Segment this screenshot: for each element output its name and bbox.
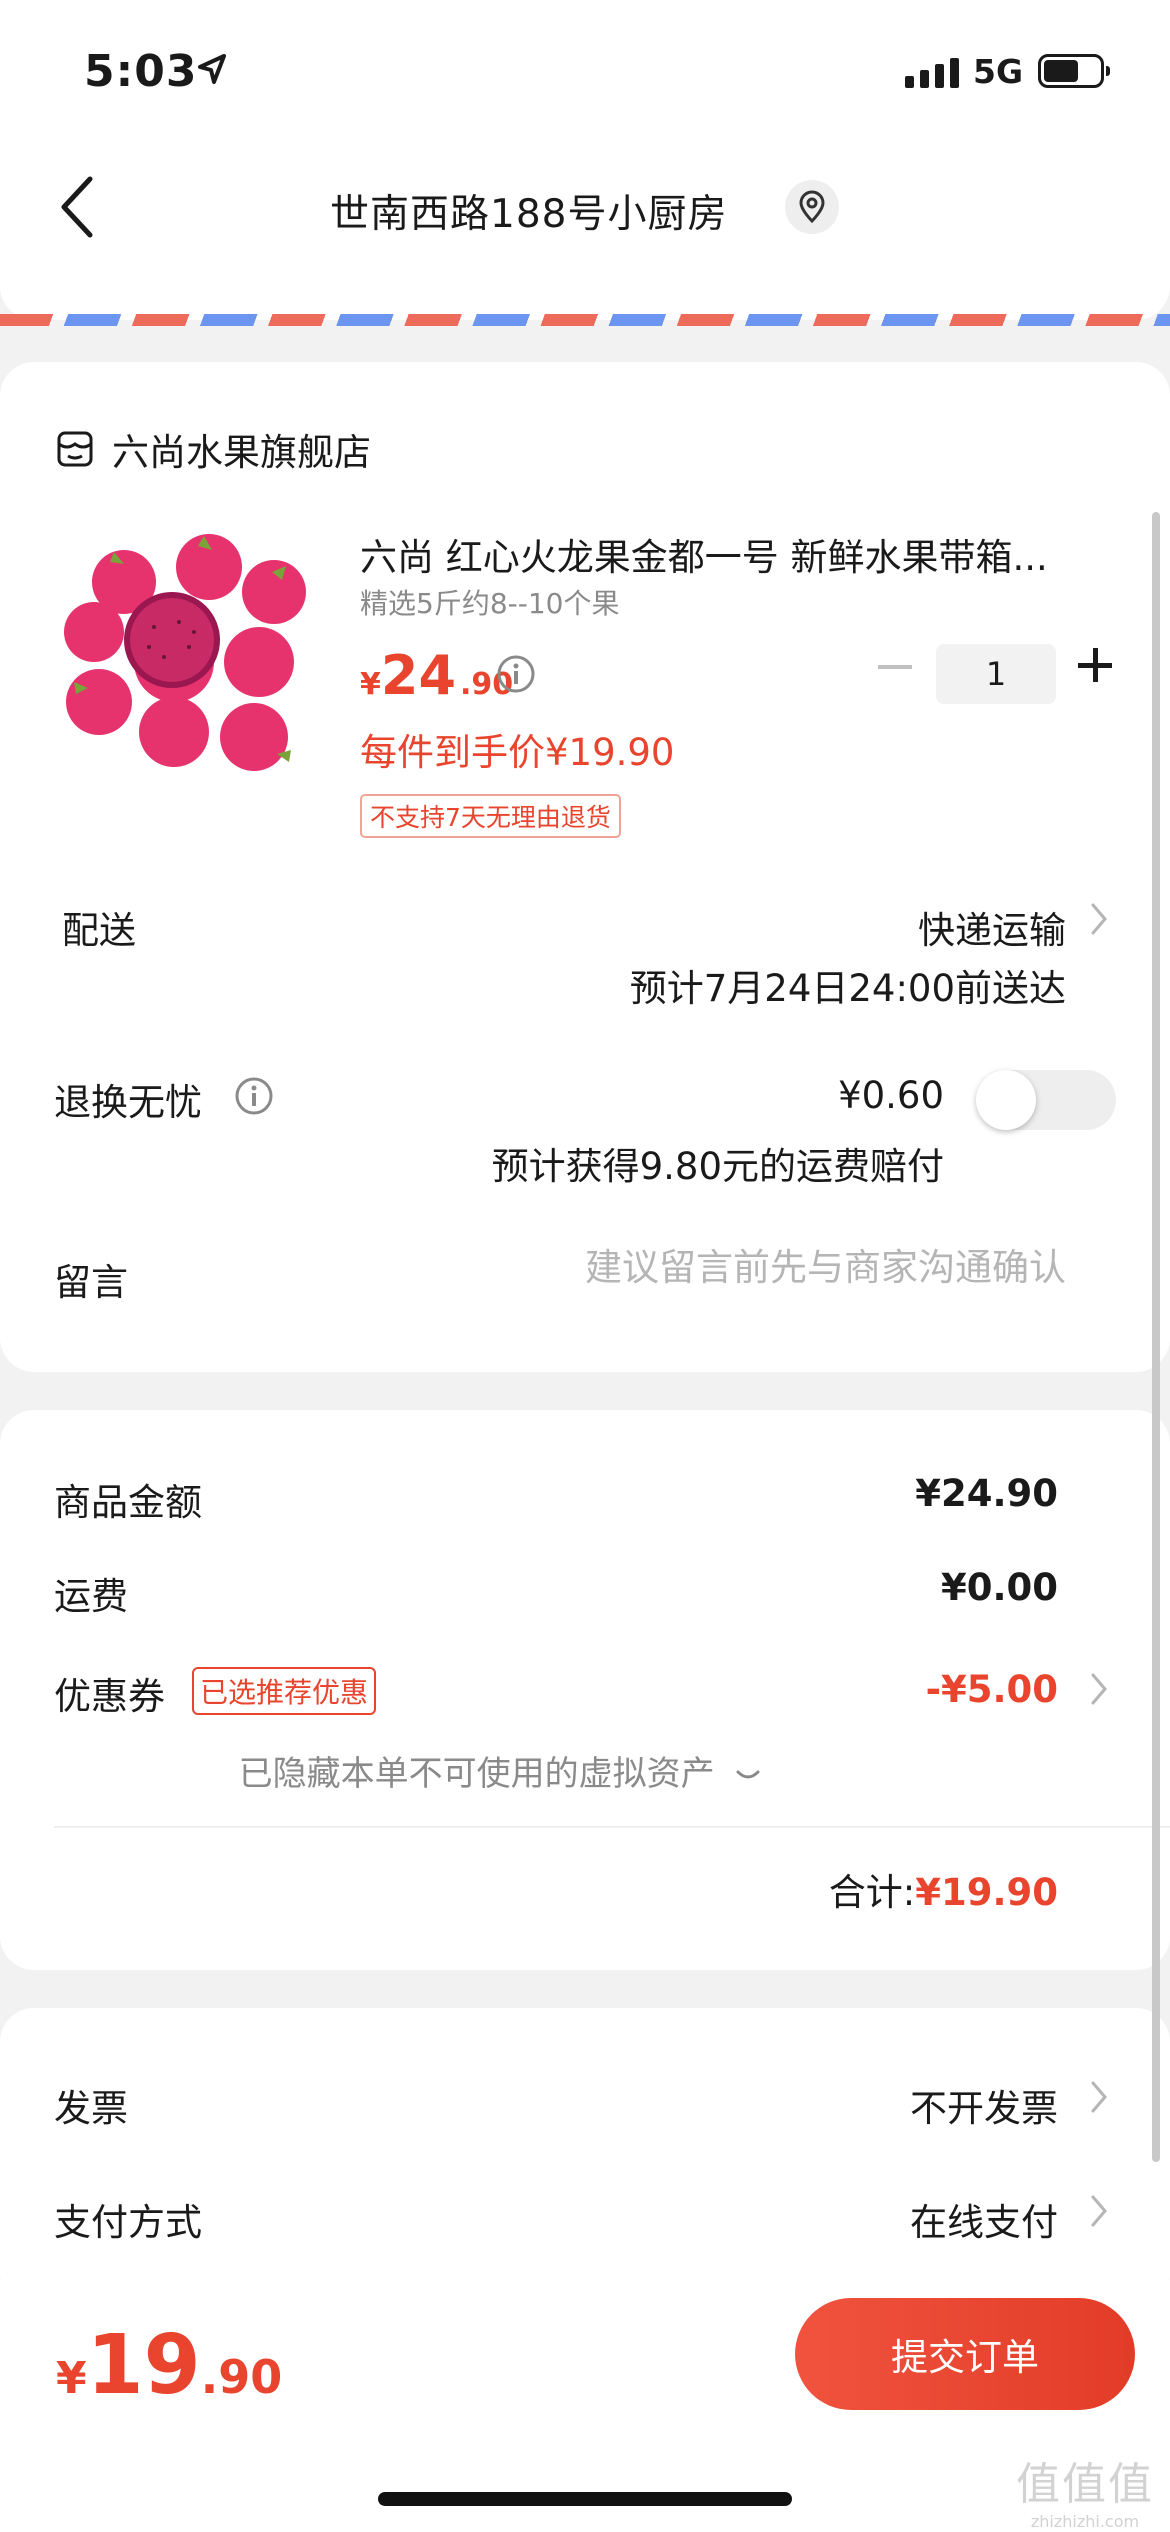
delivery-label: 配送 [62, 909, 136, 952]
coupon-badge: 已选推荐优惠 [192, 1667, 377, 1715]
watermark-url: zhizhizhi.com [1030, 2512, 1140, 2531]
return-insurance-label: 退换无忧 [54, 1081, 202, 1124]
price-info-icon[interactable] [496, 654, 536, 694]
location-pin-icon[interactable] [785, 180, 839, 234]
battery-icon [1038, 54, 1110, 88]
coupon-value[interactable]: -¥5.00 [926, 1668, 1058, 1711]
chevron-right-icon[interactable] [1090, 2194, 1108, 2228]
shipping-value: ¥0.00 [940, 1566, 1058, 1609]
delivery-address[interactable]: 世南西路188号小厨房 [330, 183, 727, 239]
price-symbol: ¥ [360, 667, 381, 702]
checkout-bar: ¥ 19 .90 提交订单 值值值 zhizhizhi.com [0, 2280, 1170, 2532]
return-insurance-toggle[interactable] [976, 1070, 1116, 1130]
product-price: ¥ 24 .90 [360, 644, 513, 707]
order-total: 合计:¥19.90 [829, 1862, 1058, 1916]
home-indicator[interactable] [378, 2492, 792, 2506]
product-title[interactable]: 六尚 红心火龙果金都一号 新鲜水果带箱... [360, 527, 1100, 581]
final-unit-price: 每件到手价¥19.90 [360, 731, 675, 774]
shipping-label: 运费 [54, 1575, 128, 1618]
goods-amount-value: ¥24.90 [915, 1472, 1058, 1515]
price-summary-card: 商品金额 ¥24.90 运费 ¥0.00 优惠券 已选推荐优惠 -¥5.00 已… [0, 1410, 1170, 1970]
scrollbar[interactable] [1152, 512, 1160, 2162]
location-arrow-icon [198, 54, 226, 84]
watermark: 值值值 zhizhizhi.com [1016, 2448, 1154, 2531]
total-label: 合计: [828, 1871, 916, 1914]
hidden-assets-toggle[interactable]: 已隐藏本单不可使用的虚拟资产 [0, 1746, 1170, 1795]
total-value: ¥19.90 [915, 1871, 1058, 1914]
chevron-right-icon[interactable] [1090, 902, 1108, 936]
watermark-logo: 值值值 [1016, 2459, 1154, 2510]
hidden-assets-text: 已隐藏本单不可使用的虚拟资产 [238, 1754, 715, 1794]
back-icon[interactable] [58, 175, 98, 239]
quantity-value[interactable]: 1 [936, 644, 1056, 704]
quantity-increase-button[interactable] [1078, 648, 1112, 682]
chevron-right-icon[interactable] [1090, 2080, 1108, 2114]
payment-label: 支付方式 [54, 2201, 202, 2244]
invoice-label: 发票 [54, 2087, 128, 2130]
quantity-decrease-button[interactable] [878, 665, 912, 669]
message-input[interactable] [466, 1246, 1066, 1289]
divider [54, 1826, 1170, 1828]
invoice-payment-card: 发票 不开发票 支付方式 在线支付 [0, 2008, 1170, 2308]
product-image[interactable] [54, 522, 314, 782]
status-time: 5:03 [84, 46, 198, 97]
return-insurance-info-icon[interactable] [234, 1076, 274, 1116]
price-integer: 24 [380, 644, 457, 707]
signal-icon [905, 58, 959, 88]
checkout-total-integer: 19 [86, 2318, 201, 2413]
return-policy-badge: 不支持7天无理由退货 [360, 794, 621, 838]
delivery-method[interactable]: 快递运输 [918, 900, 1066, 954]
chevron-down-icon [736, 1770, 760, 1778]
store-icon [57, 431, 93, 467]
store-header[interactable]: 六尚水果旗舰店 [56, 422, 371, 476]
chevron-right-icon[interactable] [1090, 1672, 1108, 1706]
checkout-total-decimal: .90 [200, 2350, 283, 2404]
return-insurance-note: 预计获得9.80元的运费赔付 [491, 1145, 944, 1188]
checkout-total-symbol: ¥ [56, 2353, 87, 2404]
delivery-eta: 预计7月24日24:00前送达 [629, 967, 1066, 1010]
product-spec: 精选5斤约8--10个果 [360, 587, 620, 620]
checkout-total: ¥ 19 .90 [56, 2318, 282, 2413]
header: 5:03 5G 世南西路188号小厨房 [0, 0, 1170, 326]
payment-value[interactable]: 在线支付 [910, 2192, 1058, 2246]
store-name: 六尚水果旗舰店 [112, 431, 371, 474]
network-type: 5G [973, 52, 1024, 91]
order-item-card: 六尚水果旗舰店 六尚 红心火龙果金都一号 新鲜水果带箱... 精选5斤约8--1… [0, 362, 1170, 1372]
invoice-value[interactable]: 不开发票 [910, 2078, 1058, 2132]
return-insurance-price: ¥0.60 [838, 1074, 944, 1117]
message-label: 留言 [54, 1261, 128, 1304]
coupon-label: 优惠券 [54, 1675, 165, 1718]
submit-order-button[interactable]: 提交订单 [795, 2298, 1135, 2410]
airmail-border [0, 314, 1170, 326]
goods-amount-label: 商品金额 [54, 1481, 202, 1524]
toggle-knob [976, 1070, 1036, 1130]
